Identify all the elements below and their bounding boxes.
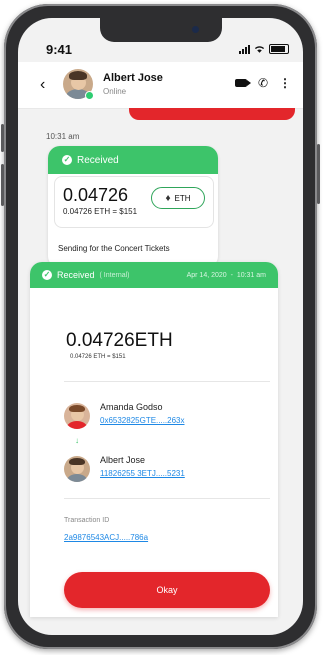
amount-value: 0.04726 bbox=[63, 185, 129, 205]
currency-pill[interactable]: ♦ ETH bbox=[151, 187, 205, 209]
received-header: ✓ Received bbox=[48, 146, 218, 174]
sender-address[interactable]: 0x6532825GTE.....263x bbox=[100, 416, 185, 425]
contact-status: Online bbox=[103, 87, 127, 96]
message-time: 10:31 am bbox=[46, 132, 80, 141]
chat-header: ‹ Albert Jose Online ✆ ⋮ bbox=[18, 62, 303, 109]
online-indicator bbox=[85, 91, 94, 100]
message-note: Sending for the Concert Tickets bbox=[58, 244, 170, 253]
check-icon: ✓ bbox=[42, 270, 52, 280]
receiver-address[interactable]: 11826255 3ETJ.....5231 bbox=[100, 469, 185, 478]
avatar bbox=[64, 456, 90, 482]
arrow-down-icon: ↓ bbox=[75, 436, 79, 445]
front-camera bbox=[192, 26, 199, 33]
amount-box: 0.04726 0.04726 ETH = $151 ♦ ETH bbox=[54, 176, 214, 228]
transaction-detail-card: ✓ Received ( Internal) Apr 14, 2020 - 10… bbox=[30, 262, 278, 617]
battery-icon bbox=[269, 44, 289, 54]
received-message-card[interactable]: ✓ Received 0.04726 0.04726 ETH = $151 ♦ … bbox=[48, 146, 218, 268]
notch bbox=[100, 18, 222, 42]
signal-icon bbox=[239, 44, 250, 54]
detail-date: Apr 14, 2020 bbox=[186, 271, 227, 279]
eth-icon: ♦ bbox=[165, 192, 171, 204]
check-icon: ✓ bbox=[62, 155, 72, 165]
transaction-id-label: Transaction ID bbox=[64, 517, 110, 524]
avatar bbox=[64, 403, 90, 429]
video-call-icon[interactable] bbox=[234, 79, 251, 87]
currency-label: ETH bbox=[174, 193, 191, 203]
transaction-id-value[interactable]: 2a9876543ACJ.....786a bbox=[64, 533, 148, 542]
divider bbox=[64, 381, 270, 382]
receiver-name: Albert Jose bbox=[100, 455, 146, 465]
amount-conversion: 0.04726 ETH = $151 bbox=[63, 207, 138, 216]
contact-name: Albert Jose bbox=[103, 72, 163, 84]
header-actions: ✆ ⋮ bbox=[234, 77, 291, 89]
side-button bbox=[1, 164, 4, 206]
phone-call-icon[interactable]: ✆ bbox=[258, 77, 268, 89]
back-icon[interactable]: ‹ bbox=[40, 76, 45, 94]
status-icons bbox=[239, 44, 289, 54]
detail-amount: 0.04726ETH bbox=[66, 330, 173, 351]
side-button bbox=[317, 144, 320, 204]
received-label: Received bbox=[77, 154, 119, 166]
detail-datetime: Apr 14, 2020 - 10:31 am bbox=[186, 271, 266, 279]
okay-button[interactable]: Okay bbox=[64, 572, 270, 608]
detail-time: 10:31 am bbox=[236, 271, 266, 279]
sender-name: Amanda Godso bbox=[100, 402, 163, 412]
side-button bbox=[1, 124, 4, 152]
previous-message-bubble bbox=[129, 108, 295, 120]
wifi-icon bbox=[254, 45, 265, 53]
detail-type: ( Internal) bbox=[99, 271, 130, 279]
detail-conversion: 0.04726 ETH = $151 bbox=[70, 354, 126, 360]
detail-header: ✓ Received ( Internal) Apr 14, 2020 - 10… bbox=[30, 262, 278, 288]
detail-status: Received bbox=[57, 270, 95, 280]
divider bbox=[64, 498, 270, 499]
more-icon[interactable]: ⋮ bbox=[279, 77, 291, 89]
status-time: 9:41 bbox=[46, 42, 73, 57]
